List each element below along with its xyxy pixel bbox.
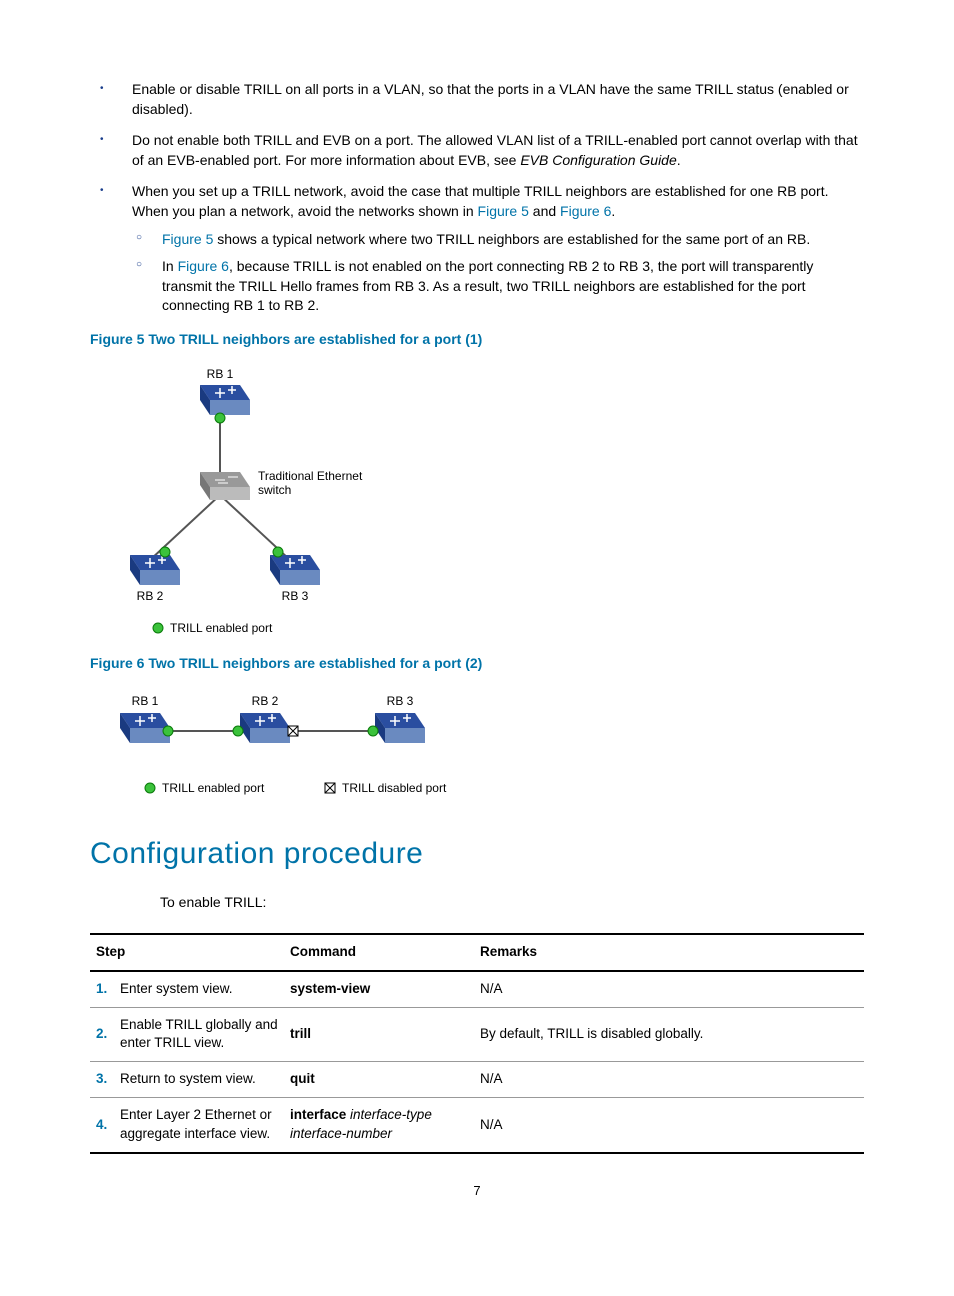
table-row: 4. Enter Layer 2 Ethernet or aggregate i…	[90, 1098, 864, 1153]
router-icon	[200, 385, 250, 415]
bullet-item: Do not enable both TRILL and EVB on a po…	[90, 131, 864, 170]
bullet-item: Enable or disable TRILL on all ports in …	[90, 80, 864, 119]
col-step: Step	[90, 934, 284, 971]
page-number: 7	[90, 1182, 864, 1200]
rb3-label: RB 3	[282, 589, 309, 603]
rb1-label: RB 1	[207, 367, 234, 381]
legend-text: TRILL enabled port	[162, 781, 265, 795]
step-number: 4.	[90, 1098, 114, 1153]
section-heading: Configuration procedure	[90, 833, 864, 875]
remarks-text: By default, TRILL is disabled globally.	[474, 1007, 864, 1062]
switch-icon	[200, 472, 250, 500]
bullet-text: Enable or disable TRILL on all ports in …	[132, 81, 849, 117]
step-number: 1.	[90, 971, 114, 1007]
step-text: Enable TRILL globally and enter TRILL vi…	[114, 1007, 284, 1062]
col-command: Command	[284, 934, 474, 971]
sub-text: shows a typical network where two TRILL …	[213, 231, 810, 247]
legend-text: TRILL enabled port	[170, 621, 273, 635]
port-enabled-icon	[368, 726, 378, 736]
table-row: 2. Enable TRILL globally and enter TRILL…	[90, 1007, 864, 1062]
rb1-label: RB 1	[132, 694, 159, 708]
sub-list: Figure 5 shows a typical network where t…	[132, 230, 864, 316]
port-enabled-icon	[160, 547, 170, 557]
figure-link[interactable]: Figure 5	[478, 203, 529, 219]
remarks-text: N/A	[474, 971, 864, 1007]
step-text: Enter Layer 2 Ethernet or aggregate inte…	[114, 1098, 284, 1153]
figure-link[interactable]: Figure 6	[178, 258, 229, 274]
figure-link[interactable]: Figure 6	[560, 203, 611, 219]
command-text: interface interface-type interface-numbe…	[284, 1098, 474, 1153]
intro-text: To enable TRILL:	[160, 893, 864, 913]
remarks-text: N/A	[474, 1062, 864, 1098]
router-icon	[270, 555, 320, 585]
step-text: Return to system view.	[114, 1062, 284, 1098]
bullet-text: .	[611, 203, 615, 219]
command-text: system-view	[284, 971, 474, 1007]
col-remarks: Remarks	[474, 934, 864, 971]
config-table: Step Command Remarks 1. Enter system vie…	[90, 933, 864, 1154]
command-text: trill	[284, 1007, 474, 1062]
bullet-text: Do not enable both TRILL and EVB on a po…	[132, 132, 858, 168]
command-bold: interface	[290, 1107, 346, 1122]
port-enabled-icon	[163, 726, 173, 736]
table-row: 3. Return to system view. quit N/A	[90, 1062, 864, 1098]
bullet-text: .	[677, 152, 681, 168]
router-icon	[240, 713, 290, 743]
step-number: 2.	[90, 1007, 114, 1062]
sub-item: Figure 5 shows a typical network where t…	[132, 230, 864, 250]
remarks-text: N/A	[474, 1098, 864, 1153]
figure-caption: Figure 5 Two TRILL neighbors are establi…	[90, 330, 864, 350]
figure5-diagram: RB 1 Traditional Ethernetswitch RB 2 RB …	[90, 360, 864, 640]
port-enabled-icon	[273, 547, 283, 557]
figure6-diagram: RB 1 RB 2 RB 3 TRILL enabled port TRILL …	[90, 683, 864, 803]
port-enabled-icon	[215, 413, 225, 423]
sub-item: In Figure 6, because TRILL is not enable…	[132, 257, 864, 316]
figure-link[interactable]: Figure 5	[162, 231, 213, 247]
rb3-label: RB 3	[387, 694, 414, 708]
sub-text: , because TRILL is not enabled on the po…	[162, 258, 813, 313]
sub-text: In	[162, 258, 178, 274]
command-text: quit	[284, 1062, 474, 1098]
italic-text: EVB Configuration Guide	[520, 152, 676, 168]
port-enabled-icon	[153, 623, 163, 633]
bullet-text: and	[529, 203, 560, 219]
rb2-label: RB 2	[252, 694, 279, 708]
router-icon	[120, 713, 170, 743]
step-number: 3.	[90, 1062, 114, 1098]
bullet-item: When you set up a TRILL network, avoid t…	[90, 182, 864, 316]
bullet-list: Enable or disable TRILL on all ports in …	[90, 80, 864, 316]
switch-label: Traditional Ethernetswitch	[258, 469, 363, 497]
port-enabled-icon	[145, 783, 155, 793]
figure-caption: Figure 6 Two TRILL neighbors are establi…	[90, 654, 864, 674]
step-text: Enter system view.	[114, 971, 284, 1007]
rb2-label: RB 2	[137, 589, 164, 603]
table-row: 1. Enter system view. system-view N/A	[90, 971, 864, 1007]
legend-text: TRILL disabled port	[342, 781, 447, 795]
port-enabled-icon	[233, 726, 243, 736]
router-icon	[375, 713, 425, 743]
router-icon	[130, 555, 180, 585]
